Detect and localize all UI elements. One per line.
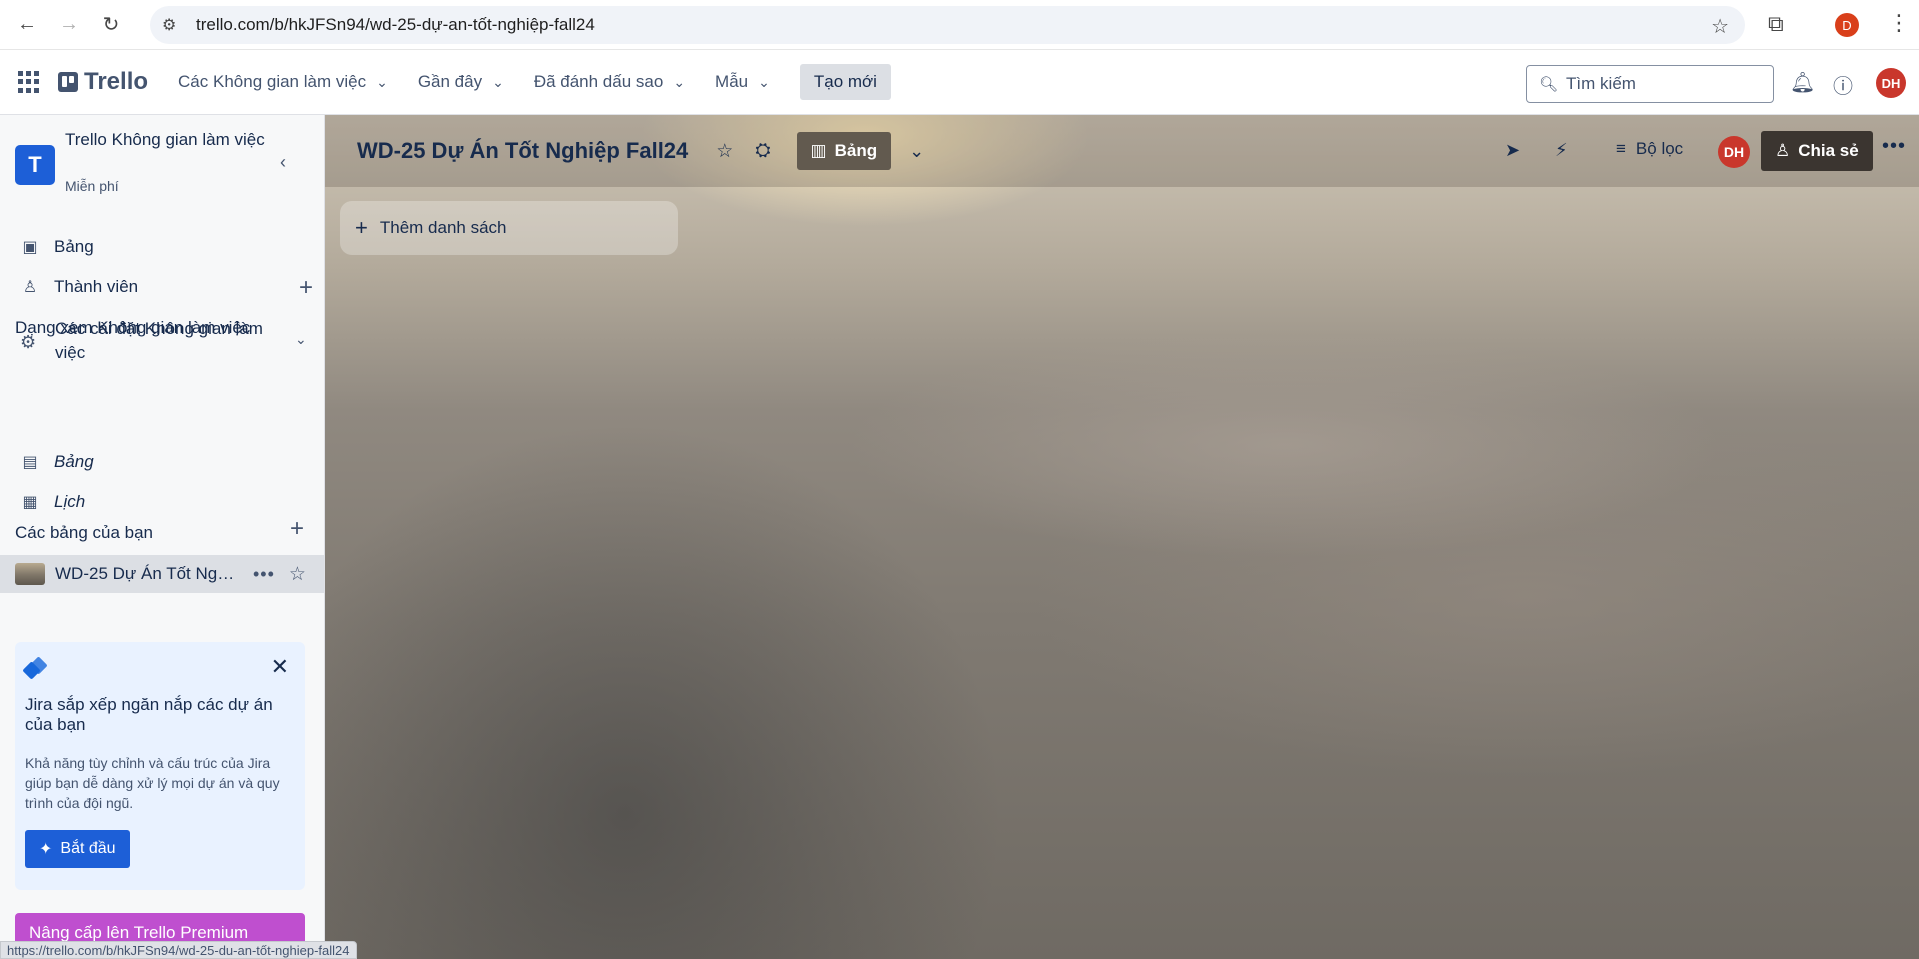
workspace-views-heading: Dạng xem Không gian làm việc (15, 318, 251, 337)
add-board-icon[interactable]: + (290, 515, 304, 543)
more-icon[interactable]: ••• (1882, 135, 1906, 158)
jira-promo-description: Khả năng tùy chỉnh và cấu trúc của Jira … (25, 755, 280, 811)
workspace-name: Trello Không gian làm việc (65, 130, 265, 149)
menu-label: Gần đây (417, 72, 483, 91)
notifications-icon[interactable]: 🔔︎ (1790, 70, 1815, 95)
button-label: Nâng cấp lên Trello Premium (29, 923, 249, 942)
browser-menu-icon[interactable]: ⋮ (1888, 10, 1910, 36)
member-avatar[interactable]: DH (1718, 136, 1750, 168)
sidebar-item-label: Lịch (54, 492, 86, 511)
trello-header: Trello Các Không gian làm việc ⌄ Gần đây… (0, 50, 1919, 115)
button-label: Bộ lọc (1635, 139, 1684, 158)
jira-start-button[interactable]: ✦ Bắt đầu (25, 830, 130, 868)
extensions-icon[interactable]: ⧉ (1768, 11, 1784, 37)
workspace-plan: Miễn phí (65, 178, 119, 194)
add-list-button[interactable]: + Thêm danh sách (340, 201, 678, 255)
app-switcher-icon[interactable] (18, 71, 40, 93)
sidebar-board-item[interactable]: WD-25 Dự Án Tốt Nghiệp Fall24 ••• ☆ (0, 555, 324, 593)
url-text[interactable]: trello.com/b/hkJFSn94/wd-25-dự-an-tốt-ng… (196, 15, 595, 35)
jira-logo-icon (22, 656, 49, 680)
trello-logo[interactable]: Trello (58, 68, 148, 96)
jira-promo-title: Jira sắp xếp ngăn nắp các dự án của bạn (25, 695, 273, 734)
menu-label: Mẫu (715, 72, 749, 91)
address-bar[interactable]: ⚙ trello.com/b/hkJFSn94/wd-25-dự-an-tốt-… (150, 6, 1745, 44)
logo-text: Trello (84, 68, 149, 95)
share-button[interactable]: ♙ Chia sẻ (1761, 131, 1873, 171)
trello-logo-icon (58, 72, 78, 92)
chevron-down-icon[interactable]: ⌄ (909, 141, 924, 162)
board-thumbnail (15, 563, 45, 585)
account-avatar[interactable]: DH (1876, 68, 1906, 98)
workspace-badge: T (15, 145, 55, 185)
board-view-icon: ▥ (810, 141, 827, 160)
forward-icon[interactable]: → (54, 10, 84, 40)
collapse-sidebar-icon[interactable]: ‹ (280, 152, 286, 173)
sidebar-item-label: Bảng (54, 237, 94, 256)
filter-icon: ≡ (1616, 139, 1626, 158)
chevron-down-icon: ⌄ (758, 73, 770, 90)
workspace-sidebar: T Trello Không gian làm việc Miễn phí ‹ … (0, 115, 325, 959)
more-icon[interactable]: ••• (253, 564, 275, 585)
visibility-icon[interactable]: ⛭ (755, 140, 770, 162)
sparkle-icon: ✦ (39, 841, 53, 858)
plus-icon: + (355, 215, 368, 240)
jira-promo-card: ✕ Jira sắp xếp ngăn nắp các dự án của bạ… (15, 642, 305, 890)
star-icon[interactable]: ☆ (716, 140, 733, 163)
back-icon[interactable]: ← (12, 10, 42, 40)
button-label: Thêm danh sách (379, 218, 507, 237)
board-item-label: WD-25 Dự Án Tốt Nghiệp Fall24 (55, 564, 235, 583)
person-icon: ♙ (22, 279, 38, 296)
power-ups-icon[interactable]: ➤ (1505, 140, 1520, 161)
table-icon: ▤ (22, 454, 38, 471)
browser-profile-avatar[interactable]: D (1835, 13, 1859, 37)
reload-icon[interactable]: ↻ (96, 10, 126, 40)
filter-button[interactable]: ≡ Bộ lọc (1616, 139, 1683, 159)
site-info-icon[interactable]: ⚙ (162, 15, 190, 35)
menu-workspaces[interactable]: Các Không gian làm việc ⌄ (178, 72, 388, 92)
board-header: WD-25 Dự Án Tốt Nghiệp Fall24 ☆ ⛭ ▥ Bảng… (325, 115, 1919, 187)
menu-label: Đã đánh dấu sao (533, 72, 664, 91)
add-member-icon[interactable]: + (299, 274, 313, 302)
menu-label: Các Không gian làm việc (178, 72, 367, 91)
chevron-down-icon: ⌄ (376, 73, 388, 90)
menu-recent[interactable]: Gần đây ⌄ (418, 72, 504, 92)
sidebar-item-label: Bảng (54, 452, 94, 471)
board-icon: ▣ (22, 239, 38, 256)
status-link-preview: https://trello.com/b/hkJFSn94/wd-25-du-a… (0, 941, 357, 959)
add-person-icon: ♙ (1775, 141, 1791, 160)
search-icon: 🔍︎ (1539, 76, 1559, 93)
chevron-down-icon: ⌄ (295, 331, 307, 347)
board-title[interactable]: WD-25 Dự Án Tốt Nghiệp Fall24 (357, 138, 688, 164)
browser-toolbar: ← → ↻ ⚙ trello.com/b/hkJFSn94/wd-25-dự-a… (0, 0, 1919, 50)
sidebar-view-calendar[interactable]: ▦ Lịch (0, 483, 324, 521)
sidebar-view-table[interactable]: ▤ Bảng (0, 443, 324, 481)
chevron-down-icon: ⌄ (492, 73, 504, 90)
menu-starred[interactable]: Đã đánh dấu sao ⌄ (534, 72, 685, 92)
sidebar-item-label: Thành viên (54, 277, 139, 296)
close-icon[interactable]: ✕ (271, 654, 289, 680)
search-input[interactable]: 🔍︎ Tìm kiếm (1526, 65, 1774, 103)
sidebar-item-members[interactable]: ♙ Thành viên + (0, 268, 324, 306)
board-view-button[interactable]: ▥ Bảng (796, 132, 892, 170)
help-icon[interactable]: ⓘ (1833, 70, 1853, 99)
bookmark-star-icon[interactable]: ☆ (1711, 14, 1729, 39)
search-placeholder: Tìm kiếm (1566, 74, 1636, 93)
chevron-down-icon: ⌄ (673, 73, 686, 90)
board-canvas: WD-25 Dự Án Tốt Nghiệp Fall24 ☆ ⛭ ▥ Bảng… (325, 115, 1919, 959)
sidebar-item-boards[interactable]: ▣ Bảng (0, 228, 324, 266)
menu-templates[interactable]: Mẫu ⌄ (715, 72, 770, 92)
automation-icon[interactable]: ⚡︎ (1555, 140, 1568, 161)
button-label: Bảng (834, 141, 878, 160)
star-icon[interactable]: ☆ (289, 563, 306, 586)
button-label: Chia sẻ (1798, 141, 1859, 160)
calendar-icon: ▦ (22, 494, 38, 511)
create-button[interactable]: Tạo mới (799, 64, 891, 100)
button-label: Bắt đầu (60, 840, 116, 857)
your-boards-heading: Các bảng của bạn (15, 523, 153, 542)
